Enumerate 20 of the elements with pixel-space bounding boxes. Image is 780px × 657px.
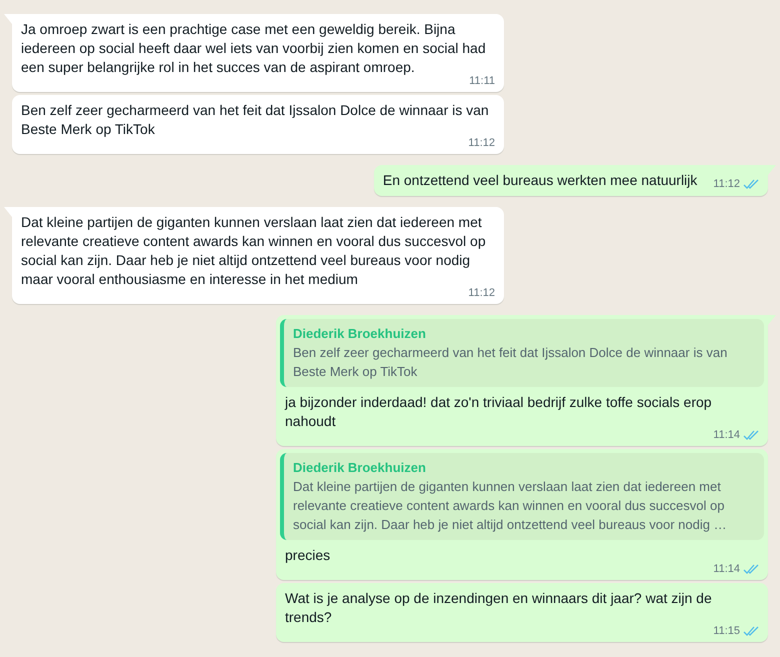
- message-time: 11:15: [713, 624, 740, 639]
- message-time: 11:12: [468, 286, 495, 301]
- message-text: Dat kleine partijen de giganten kunnen verslaan laat zien dat iedereen met relevante creatieve content awards kan winnen en vooral dus succesvol op social kan zijn. Daar heb je niet altijd ontzettend veel bureaus voor nodig maar vooral enthousiasme en interesse in het medium: [21, 213, 487, 288]
- message-time: 11:12: [713, 177, 740, 192]
- message-time: 11:12: [468, 136, 495, 151]
- message-text: precies: [285, 546, 332, 565]
- message-text: Ja omroep zwart is een prachtige case met een geweldig bereik. Bijna iedereen op social heeft daar wel iets van voorbij zien komen en social had een super belangrijke rol in het succes van de aspirant omroep.: [21, 20, 487, 76]
- message-time: 11:11: [469, 74, 495, 89]
- quote-author: Diederik Broekhuizen: [293, 459, 427, 477]
- quoted-message[interactable]: Diederik Broekhuizen Ben zelf zeer gecharmeerd van het feit dat Ijssalon Dolce de winnaar is van Beste Merk op TikTok: [280, 319, 764, 387]
- quote-text: Ben zelf zeer gecharmeerd van het feit dat Ijssalon Dolce de winnaar is van Beste Merk op TikTok: [293, 344, 728, 381]
- message-text: En ontzettend veel bureaus werkten mee natuurlijk: [382, 171, 698, 190]
- message-time: 11:14: [713, 428, 740, 443]
- message-text: ja bijzonder inderdaad! dat zo'n triviaal bedrijf zulke toffe socials erop nahoudt: [285, 393, 713, 431]
- message-text: Wat is je analyse op de inzendingen en winnaars dit jaar? wat zijn de trends?: [285, 589, 713, 627]
- quoted-message[interactable]: [280, 453, 764, 540]
- quote-text: Dat kleine partijen de giganten kunnen verslaan laat zien dat iedereen met relevante creatieve content awards kan winnen en vooral dus succesvol op social kan zijn. Daar heb je niet altijd ontzettend veel bureaus voor nodig …: [293, 478, 728, 534]
- quote-author: Diederik Broekhuizen: [293, 325, 427, 343]
- message-text: Ben zelf zeer gecharmeerd van het feit dat Ijssalon Dolce de winnaar is van Beste Merk op TikTok: [21, 101, 490, 138]
- message-time: 11:14: [713, 562, 740, 577]
